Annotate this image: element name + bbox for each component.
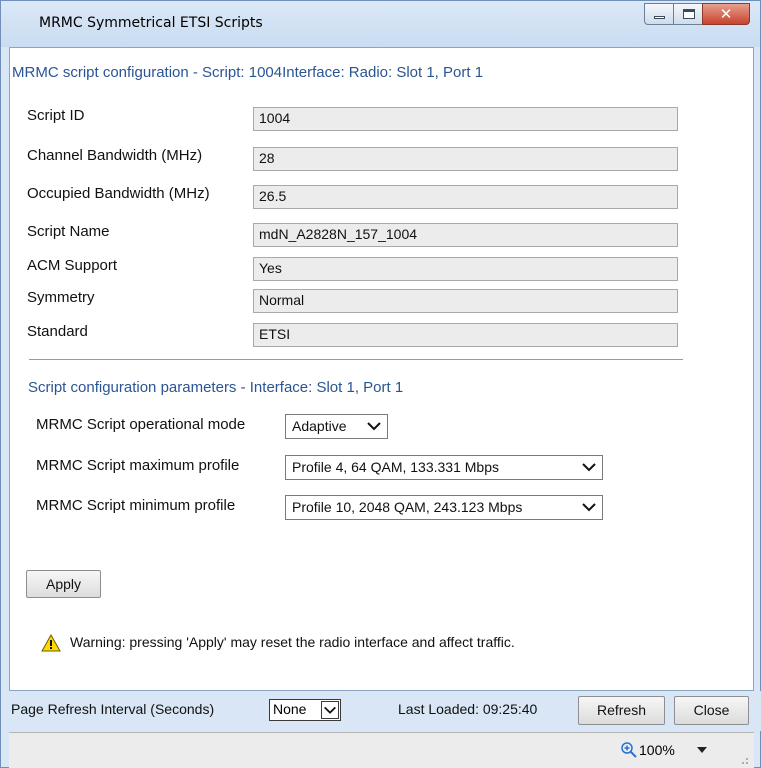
- last-loaded-text: Last Loaded: 09:25:40: [398, 701, 538, 717]
- operational-mode-select[interactable]: Adaptive: [285, 414, 388, 439]
- script-id-label: Script ID: [27, 107, 85, 124]
- params-section-title: Script configuration parameters - Interf…: [28, 379, 404, 396]
- maximize-icon: [683, 9, 695, 19]
- operational-mode-value: Adaptive: [292, 418, 347, 434]
- title-bar[interactable]: MRMC Symmetrical ETSI Scripts ✕: [1, 1, 760, 47]
- channel-bandwidth-label: Channel Bandwidth (MHz): [27, 147, 203, 164]
- chevron-down-icon: [321, 701, 339, 719]
- occupied-bandwidth-label: Occupied Bandwidth (MHz): [27, 185, 210, 202]
- minimize-icon: [654, 16, 665, 19]
- script-name-field: mdN_A2828N_157_1004: [253, 223, 678, 247]
- warning-triangle-icon: [41, 634, 61, 652]
- chevron-down-icon: [367, 422, 381, 431]
- standard-field: ETSI: [253, 323, 678, 347]
- refresh-interval-select[interactable]: None: [269, 699, 341, 721]
- operational-mode-label: MRMC Script operational mode: [36, 416, 246, 433]
- resize-grip-icon[interactable]: [737, 753, 749, 765]
- acm-support-field: Yes: [253, 257, 678, 281]
- zoom-icon: [621, 742, 637, 758]
- chevron-down-icon: [582, 463, 596, 472]
- close-window-button[interactable]: ✕: [702, 3, 750, 25]
- min-profile-value: Profile 10, 2048 QAM, 243.123 Mbps: [292, 499, 523, 515]
- window-controls: ✕: [644, 3, 750, 25]
- occupied-bandwidth-field: 26.5: [253, 185, 678, 209]
- script-name-label: Script Name: [27, 223, 110, 240]
- status-bar: 100%: [9, 732, 754, 768]
- refresh-button[interactable]: Refresh: [578, 696, 665, 725]
- warning-text: Warning: pressing 'Apply' may reset the …: [70, 634, 515, 650]
- chevron-down-icon: [582, 503, 596, 512]
- max-profile-label: MRMC Script maximum profile: [36, 457, 240, 474]
- zoom-level[interactable]: 100%: [639, 742, 675, 758]
- min-profile-label: MRMC Script minimum profile: [36, 497, 236, 514]
- close-button[interactable]: Close: [674, 696, 749, 725]
- max-profile-value: Profile 4, 64 QAM, 133.331 Mbps: [292, 459, 499, 475]
- config-section-title: MRMC script configuration - Script: 1004…: [12, 64, 484, 81]
- content-panel: MRMC script configuration - Script: 1004…: [9, 47, 754, 691]
- standard-label: Standard: [27, 323, 88, 340]
- refresh-interval-label: Page Refresh Interval (Seconds): [11, 701, 215, 717]
- close-icon: ✕: [719, 5, 733, 23]
- symmetry-label: Symmetry: [27, 289, 95, 306]
- symmetry-field: Normal: [253, 289, 678, 313]
- window-title: MRMC Symmetrical ETSI Scripts: [39, 15, 263, 31]
- acm-support-label: ACM Support: [27, 257, 118, 274]
- refresh-interval-value: None: [273, 701, 307, 717]
- script-id-field: 1004: [253, 107, 678, 131]
- footer-bar: Page Refresh Interval (Seconds) None Las…: [1, 691, 761, 731]
- min-profile-select[interactable]: Profile 10, 2048 QAM, 243.123 Mbps: [285, 495, 603, 520]
- maximize-button[interactable]: [673, 3, 703, 25]
- zoom-dropdown-icon[interactable]: [697, 747, 707, 753]
- section-divider: [29, 359, 683, 360]
- channel-bandwidth-field: 28: [253, 147, 678, 171]
- apply-button[interactable]: Apply: [26, 570, 101, 598]
- max-profile-select[interactable]: Profile 4, 64 QAM, 133.331 Mbps: [285, 455, 603, 480]
- dialog-window: MRMC Symmetrical ETSI Scripts ✕ MRMC scr…: [0, 0, 761, 768]
- minimize-button[interactable]: [644, 3, 674, 25]
